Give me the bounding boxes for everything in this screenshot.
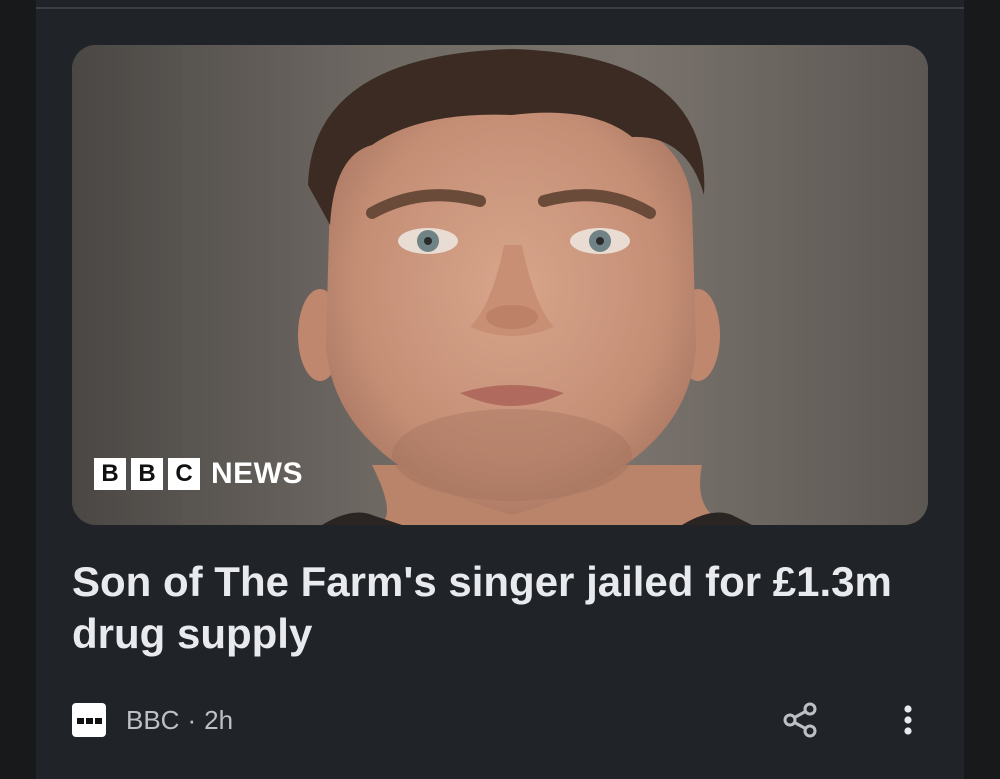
- bbc-news-logo: B B C NEWS: [94, 457, 303, 491]
- logo-letter: C: [168, 458, 200, 490]
- more-vert-icon: [904, 705, 912, 735]
- share-icon: [783, 702, 817, 738]
- logo-letter: B: [131, 458, 163, 490]
- bbc-source-icon: [72, 703, 106, 737]
- more-options-button[interactable]: [888, 700, 928, 740]
- source-name[interactable]: BBC: [126, 705, 179, 736]
- divider: [36, 7, 964, 9]
- article-age: 2h: [204, 704, 234, 735]
- logo-word: NEWS: [211, 457, 303, 490]
- news-card[interactable]: B B C NEWS Son of The Farm's singer jail…: [36, 0, 964, 779]
- portrait-illustration: [72, 45, 928, 525]
- article-headline[interactable]: Son of The Farm's singer jailed for £1.3…: [72, 556, 912, 660]
- meta-separator: ·: [187, 704, 197, 735]
- article-image[interactable]: B B C NEWS: [72, 45, 928, 525]
- article-meta: BBC · 2h: [72, 702, 233, 738]
- share-button[interactable]: [780, 700, 820, 740]
- logo-letter: B: [94, 458, 126, 490]
